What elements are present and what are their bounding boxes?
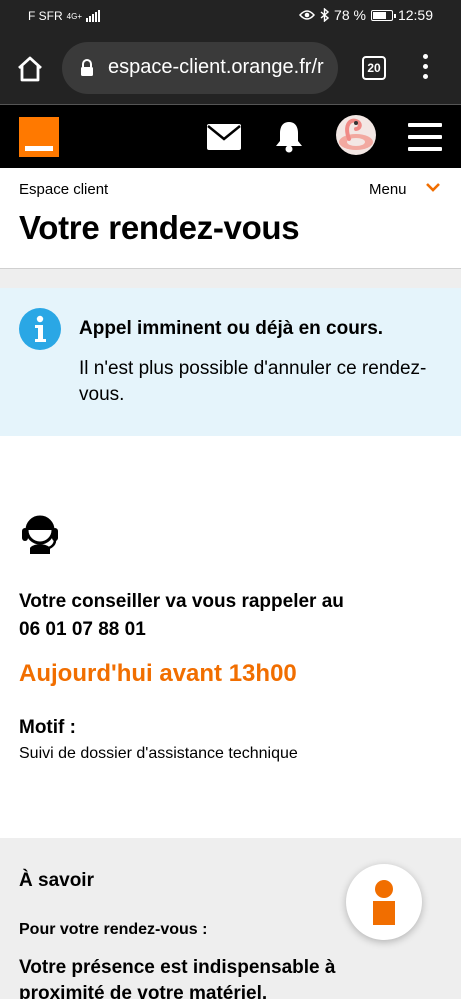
alert-title: Appel imminent ou déjà en cours. — [79, 318, 384, 339]
menu-button[interactable]: Menu — [369, 181, 407, 198]
eye-icon — [299, 10, 316, 20]
url-text[interactable]: espace-client.orange.fr/r — [108, 56, 324, 79]
mail-icon[interactable] — [206, 123, 242, 151]
page-title: Votre rendez-vous — [19, 209, 300, 246]
callback-info: Votre conseiller va vous rappeler au 06 … — [19, 588, 344, 644]
status-left: F SFR 4G+ — [28, 9, 101, 23]
headset-icon — [22, 515, 58, 554]
network-label: 4G+ — [66, 11, 83, 21]
motif-label: Motif : — [19, 717, 76, 738]
phone-number: 06 01 07 88 01 — [19, 619, 146, 640]
more-vert-icon[interactable] — [414, 54, 436, 84]
assistant-body — [373, 901, 395, 925]
orange-logo[interactable] — [19, 117, 59, 157]
bluetooth-icon — [320, 8, 330, 22]
section-divider — [0, 268, 461, 288]
site-header — [0, 104, 461, 168]
carrier-label: F SFR — [28, 9, 63, 23]
chevron-down-icon[interactable] — [425, 181, 441, 193]
avatar[interactable] — [336, 115, 376, 155]
tabs-icon[interactable]: 20 — [362, 56, 386, 80]
signal-icon — [86, 10, 101, 22]
appointment-time: Aujourd'hui avant 13h00 — [19, 660, 297, 687]
chat-assistant-icon[interactable] — [346, 864, 422, 940]
bell-icon[interactable] — [274, 119, 304, 153]
battery-icon — [370, 9, 396, 21]
section-subtitle: Pour votre rendez-vous : — [19, 921, 208, 938]
callback-text: Votre conseiller va vous rappeler au — [19, 591, 344, 612]
tab-count: 20 — [367, 61, 381, 75]
hamburger-icon[interactable] — [408, 123, 442, 151]
lock-icon — [81, 59, 93, 76]
info-icon — [19, 308, 61, 350]
home-icon[interactable] — [14, 53, 46, 85]
clock: 12:59 — [397, 7, 433, 23]
info-alert: Appel imminent ou déjà en cours. Il n'es… — [0, 288, 461, 436]
status-bar: F SFR 4G+ 78 % 12:59 — [0, 0, 461, 34]
status-right: 78 % 12:59 — [299, 7, 433, 23]
alert-text: Il n'est plus possible d'annuler ce rend… — [79, 358, 427, 405]
browser-toolbar: espace-client.orange.fr/r 20 — [0, 34, 461, 104]
section-title: À savoir — [19, 870, 94, 891]
address-bar[interactable]: espace-client.orange.fr/r — [62, 42, 338, 94]
battery-percent: 78 % — [334, 7, 366, 23]
motif-value: Suivi de dossier d'assistance technique — [19, 745, 298, 762]
assistant-head — [375, 880, 393, 898]
breadcrumb[interactable]: Espace client — [19, 181, 108, 198]
section-text: Votre présence est indispensable à proxi… — [19, 957, 336, 999]
